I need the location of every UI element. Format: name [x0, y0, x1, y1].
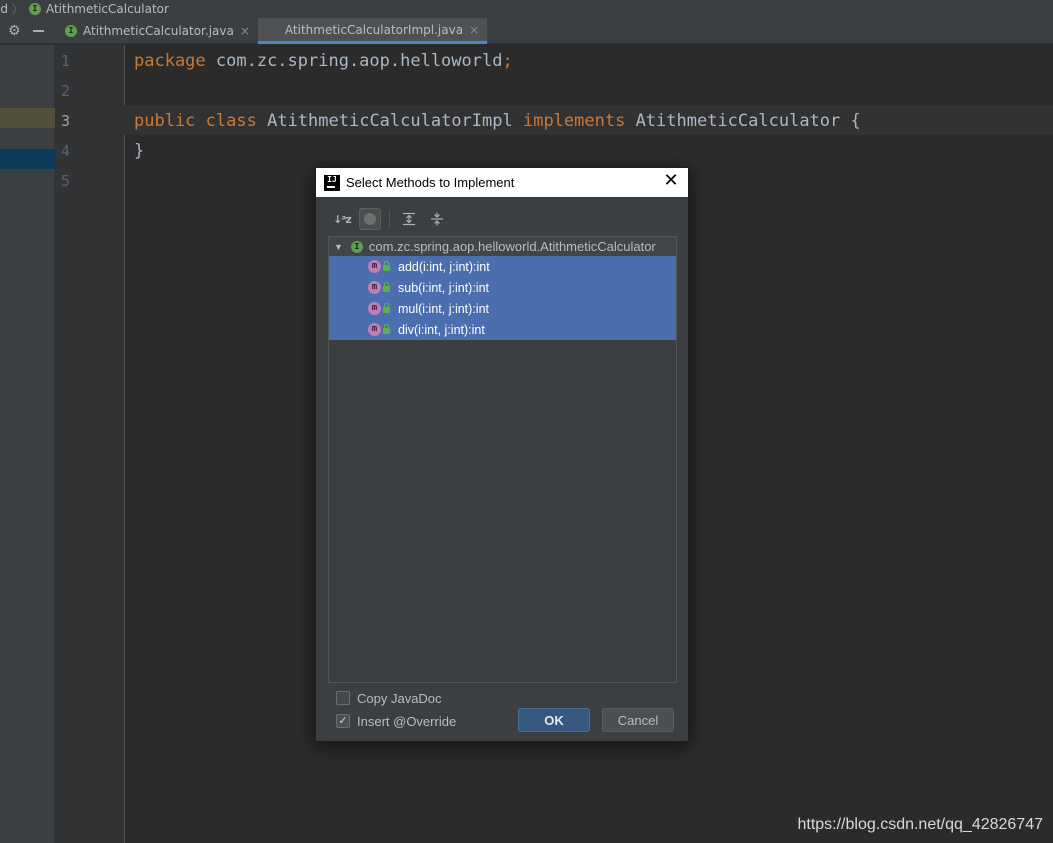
tree-method-item[interactable]: m div(i:int, j:int):int	[329, 319, 676, 340]
method-label: div(i:int, j:int):int	[398, 322, 485, 337]
methods-tree[interactable]: ▼ I com.zc.spring.aop.helloworld.Atithme…	[328, 236, 677, 683]
gear-icon[interactable]: ⚙	[8, 24, 21, 38]
expand-all-icon[interactable]	[398, 208, 420, 230]
project-tool-strip: ⚙	[0, 18, 55, 44]
code-line-1[interactable]: package com.zc.spring.aop.helloworld;	[134, 51, 513, 71]
method-label: add(i:int, j:int):int	[398, 259, 490, 274]
project-row-highlight[interactable]	[0, 108, 55, 128]
interface-icon: I	[350, 240, 363, 253]
copy-javadoc-option[interactable]: Copy JavaDoc	[336, 690, 442, 706]
line-number: 1	[61, 52, 71, 70]
line-number: 5	[61, 172, 71, 190]
class-name: AtithmeticCalculatorImpl	[256, 111, 523, 131]
insert-override-checkbox[interactable]: ✓	[336, 714, 350, 728]
method-icon: m	[368, 302, 381, 315]
tree-root-interface[interactable]: ▼ I com.zc.spring.aop.helloworld.Atithme…	[329, 237, 676, 256]
project-panel	[0, 45, 55, 843]
close-icon[interactable]: ✕	[663, 172, 679, 190]
project-row-selected[interactable]	[0, 149, 55, 169]
watermark: https://blog.csdn.net/qq_42826747	[797, 816, 1043, 833]
breadcrumb: ld 〉 I AtithmeticCalculator	[0, 0, 1053, 18]
breadcrumb-separator: 〉	[11, 3, 23, 16]
interface-name: AtithmeticCalculator {	[625, 111, 861, 131]
line-number-current: 3	[61, 112, 71, 130]
keyword: implements	[522, 111, 626, 131]
show-classes-icon[interactable]	[359, 208, 381, 230]
tree-method-item[interactable]: m mul(i:int, j:int):int	[329, 298, 676, 319]
collapse-all-icon[interactable]	[426, 208, 448, 230]
expand-arrow-icon[interactable]: ▼	[334, 242, 343, 252]
tab-label: AtithmeticCalculatorImpl.java	[284, 22, 464, 37]
method-label: sub(i:int, j:int):int	[398, 280, 490, 295]
method-icon: m	[368, 260, 381, 273]
minus-icon[interactable]	[32, 29, 44, 32]
keyword: class	[205, 111, 257, 131]
public-lock-icon	[383, 282, 390, 292]
public-lock-icon	[383, 324, 390, 334]
method-icon: m	[368, 323, 381, 336]
copy-javadoc-label: Copy JavaDoc	[357, 690, 442, 706]
dialog-title: Select Methods to Implement	[346, 175, 515, 190]
code-line-4[interactable]: }	[134, 141, 144, 161]
public-lock-icon	[383, 261, 390, 271]
line-number: 2	[61, 82, 71, 100]
dialog-toolbar: ↓ᵃz	[331, 208, 448, 230]
package-name: com.zc.spring.aop.helloworld	[205, 51, 503, 71]
keyword: package	[134, 51, 206, 71]
method-label: mul(i:int, j:int):int	[398, 301, 489, 316]
public-lock-icon	[383, 303, 390, 313]
tab-label: AtithmeticCalculator.java	[83, 24, 234, 38]
insert-override-label: Insert @Override	[357, 713, 457, 729]
cancel-button[interactable]: Cancel	[602, 708, 674, 732]
interface-icon: I	[28, 3, 41, 15]
select-methods-dialog: IJ Select Methods to Implement ✕ ↓ᵃz ▼ I…	[315, 167, 689, 742]
breadcrumb-item-interface[interactable]: AtithmeticCalculator	[46, 2, 169, 16]
closing-brace: }	[134, 141, 145, 161]
tab-atithmetic-calculator-impl[interactable]: AtithmeticCalculatorImpl.java ×	[257, 18, 488, 44]
line-number: 4	[61, 142, 71, 160]
editor-tab-bar: I AtithmeticCalculator.java × Atithmetic…	[55, 18, 1053, 44]
ok-button[interactable]: OK	[518, 708, 590, 732]
dialog-title-bar[interactable]: IJ Select Methods to Implement ✕	[316, 168, 688, 197]
sort-alphabetically-icon[interactable]: ↓ᵃz	[331, 208, 353, 230]
intellij-logo-icon: IJ	[324, 174, 340, 191]
line-number-gutter: 1 2 3 4 5	[55, 45, 125, 843]
keyword: public	[134, 111, 196, 131]
toolbar-separator	[389, 210, 390, 228]
semicolon: ;	[502, 51, 513, 71]
copy-javadoc-checkbox[interactable]	[336, 691, 350, 705]
method-icon: m	[368, 281, 381, 294]
breadcrumb-item-package[interactable]: ld	[0, 2, 8, 16]
close-icon[interactable]: ×	[240, 24, 250, 38]
tree-method-item[interactable]: m sub(i:int, j:int):int	[329, 277, 676, 298]
interface-icon: I	[65, 25, 77, 37]
tree-method-item[interactable]: m add(i:int, j:int):int	[329, 256, 676, 277]
insert-override-option[interactable]: ✓ Insert @Override	[336, 713, 456, 729]
close-icon[interactable]: ×	[469, 23, 479, 37]
tree-root-label: com.zc.spring.aop.helloworld.AtithmeticC…	[368, 239, 656, 254]
code-line-3[interactable]: public class AtithmeticCalculatorImpl im…	[134, 111, 861, 131]
tab-atithmetic-calculator[interactable]: I AtithmeticCalculator.java ×	[55, 18, 258, 44]
